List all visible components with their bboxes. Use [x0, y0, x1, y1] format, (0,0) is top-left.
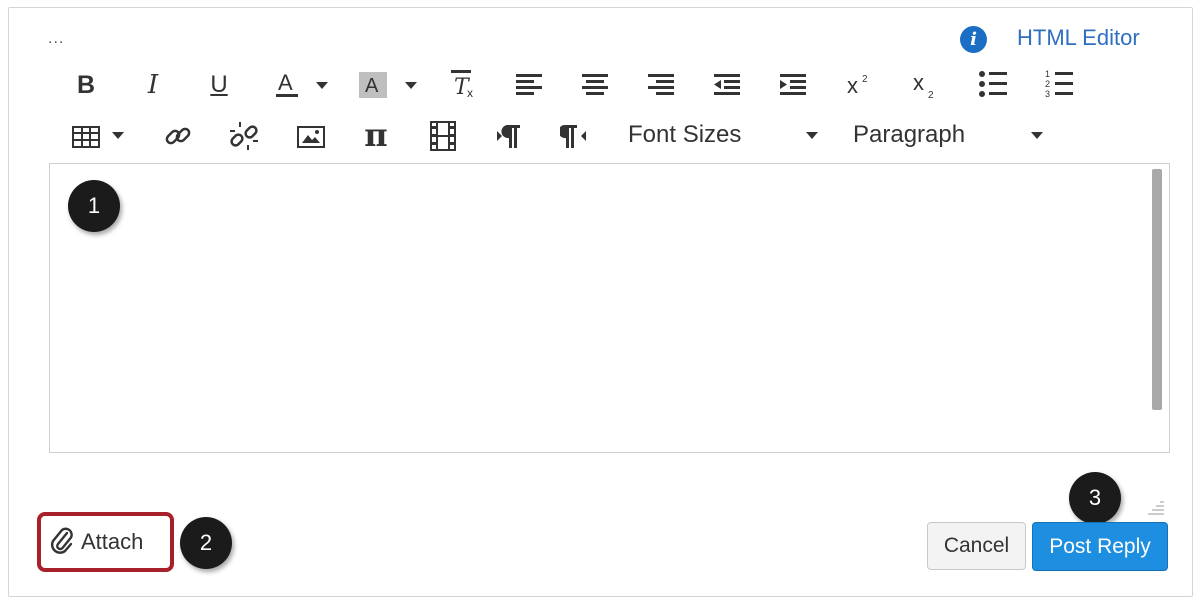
info-icon-glyph: i: [970, 29, 977, 50]
font-sizes-dropdown[interactable]: Font Sizes: [628, 121, 741, 149]
ltr-icon[interactable]: [490, 118, 526, 154]
paperclip-icon: [49, 525, 75, 560]
font-sizes-chevron-down-icon[interactable]: [806, 132, 818, 139]
svg-text:2: 2: [928, 90, 934, 100]
rtl-icon[interactable]: [557, 118, 593, 154]
align-center-icon[interactable]: [577, 68, 613, 102]
indent-icon[interactable]: [775, 68, 811, 102]
callout-1: 1: [68, 180, 120, 232]
clear-formatting-icon[interactable]: Tx: [446, 66, 482, 102]
background-color-icon[interactable]: A: [356, 68, 390, 102]
attach-label: Attach: [81, 529, 144, 554]
subscript-icon[interactable]: x2: [908, 68, 944, 102]
ellipsis-menu[interactable]: ...: [48, 30, 64, 48]
html-editor-link[interactable]: HTML Editor: [1017, 25, 1140, 51]
svg-text:1: 1: [1045, 69, 1050, 79]
rich-text-editor[interactable]: [49, 163, 1170, 453]
underline-icon[interactable]: U: [203, 68, 235, 102]
callout-2: 2: [180, 517, 232, 569]
attach-button[interactable]: Attach: [37, 512, 174, 572]
bullet-list-icon[interactable]: [975, 66, 1011, 102]
callout-3: 3: [1069, 472, 1121, 524]
resize-handle-icon[interactable]: [1146, 498, 1166, 518]
svg-text:2: 2: [1045, 79, 1050, 89]
paragraph-chevron-down-icon[interactable]: [1031, 132, 1043, 139]
editor-scrollbar[interactable]: [1152, 169, 1162, 410]
svg-text:x: x: [847, 73, 858, 98]
background-color-dropdown-icon[interactable]: [405, 82, 417, 89]
svg-text:2: 2: [862, 74, 868, 85]
svg-text:x: x: [913, 70, 924, 95]
align-right-icon[interactable]: [643, 68, 679, 102]
image-icon[interactable]: [293, 120, 329, 154]
paragraph-dropdown[interactable]: Paragraph: [853, 121, 965, 149]
svg-text:x: x: [467, 86, 473, 100]
align-left-icon[interactable]: [511, 68, 547, 102]
info-icon[interactable]: i: [960, 26, 987, 53]
numbered-list-icon[interactable]: 123: [1041, 66, 1077, 102]
outdent-icon[interactable]: [709, 68, 745, 102]
unlink-icon[interactable]: [226, 118, 262, 154]
link-icon[interactable]: [160, 118, 196, 154]
text-color-icon[interactable]: A: [268, 68, 306, 102]
table-icon[interactable]: [68, 120, 104, 154]
superscript-icon[interactable]: x2: [842, 68, 878, 102]
cancel-button[interactable]: Cancel: [927, 522, 1026, 570]
media-icon[interactable]: [425, 118, 461, 154]
italic-icon[interactable]: I: [137, 68, 169, 102]
table-dropdown-icon[interactable]: [112, 132, 124, 139]
svg-text:A: A: [365, 75, 379, 97]
bold-icon[interactable]: B: [70, 68, 102, 102]
text-color-dropdown-icon[interactable]: [316, 82, 328, 89]
svg-text:3: 3: [1045, 89, 1050, 99]
svg-text:A: A: [278, 70, 293, 95]
post-reply-button[interactable]: Post Reply: [1032, 522, 1168, 571]
equation-icon[interactable]: π: [358, 116, 394, 154]
